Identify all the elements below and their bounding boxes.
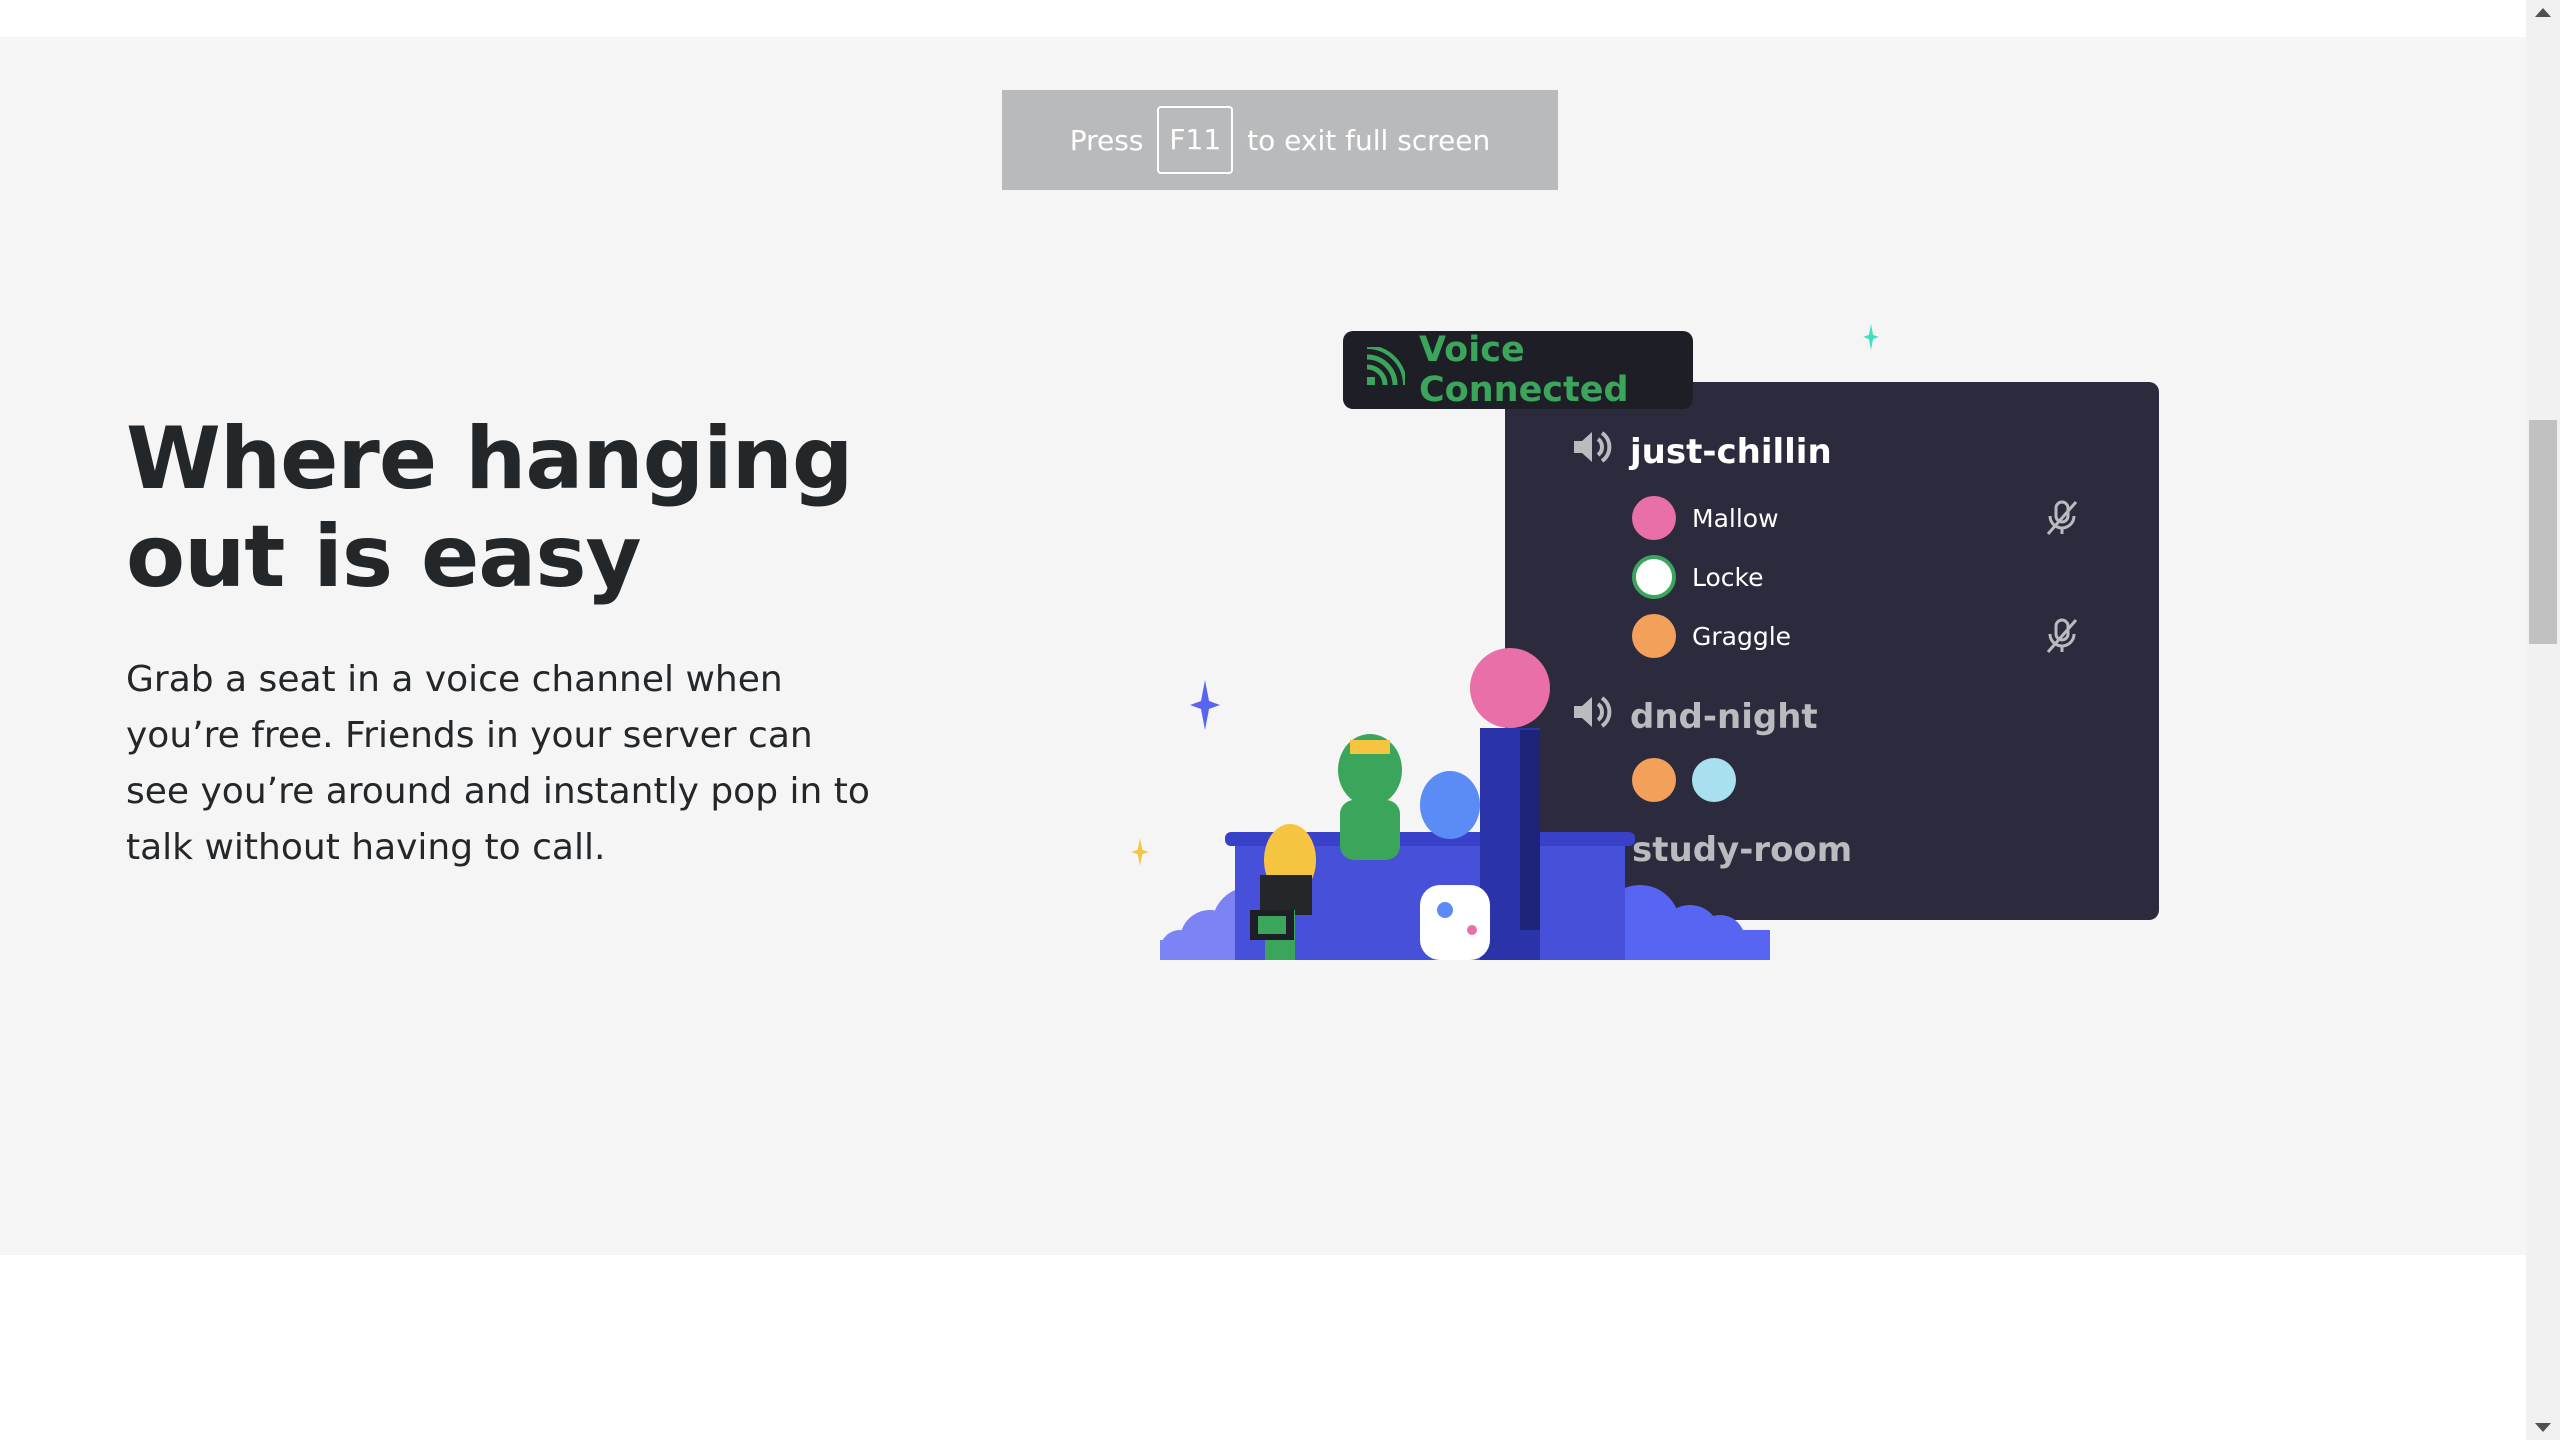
user-mallow[interactable]: Mallow bbox=[1632, 496, 1779, 540]
fullscreen-key: F11 bbox=[1157, 106, 1234, 174]
headline-line-2: out is easy bbox=[126, 507, 642, 607]
page-scrollbar[interactable] bbox=[2526, 0, 2560, 1440]
next-section bbox=[0, 1255, 2526, 1440]
user-name: Locke bbox=[1692, 562, 1764, 592]
sparkle-icon bbox=[1131, 838, 1149, 866]
sparkle-icon bbox=[1190, 680, 1220, 730]
mute-mic-icon bbox=[2042, 498, 2082, 542]
headline-line-1: Where hanging bbox=[126, 409, 853, 509]
user-locke[interactable]: Locke bbox=[1632, 555, 1764, 599]
fullscreen-press-text: Press bbox=[1069, 123, 1144, 157]
voice-connected-label: Voice Connected bbox=[1419, 330, 1629, 410]
channel-just-chillin[interactable]: just-chillin bbox=[1570, 425, 1832, 478]
scroll-thumb[interactable] bbox=[2529, 420, 2557, 644]
feature-headline: Where hanging out is easy bbox=[126, 410, 906, 606]
speaker-icon bbox=[1570, 425, 1614, 478]
fullscreen-suffix-text: to exit full screen bbox=[1247, 123, 1491, 157]
scroll-down-icon[interactable] bbox=[2535, 1423, 2551, 1432]
avatar bbox=[1632, 555, 1676, 599]
user-name: Mallow bbox=[1692, 503, 1779, 533]
sparkle-icon bbox=[1863, 324, 1879, 350]
mute-mic-icon bbox=[2042, 616, 2082, 660]
signal-icon bbox=[1363, 345, 1407, 393]
avatar bbox=[1632, 496, 1676, 540]
feature-body: Grab a seat in a voice channel when you’… bbox=[126, 659, 870, 868]
fullscreen-notice: Press F11 to exit full screen bbox=[1002, 90, 1558, 190]
channel-name: just-chillin bbox=[1630, 431, 1832, 472]
scroll-up-icon[interactable] bbox=[2535, 8, 2551, 17]
voice-connected-badge: Voice Connected bbox=[1343, 330, 1693, 410]
